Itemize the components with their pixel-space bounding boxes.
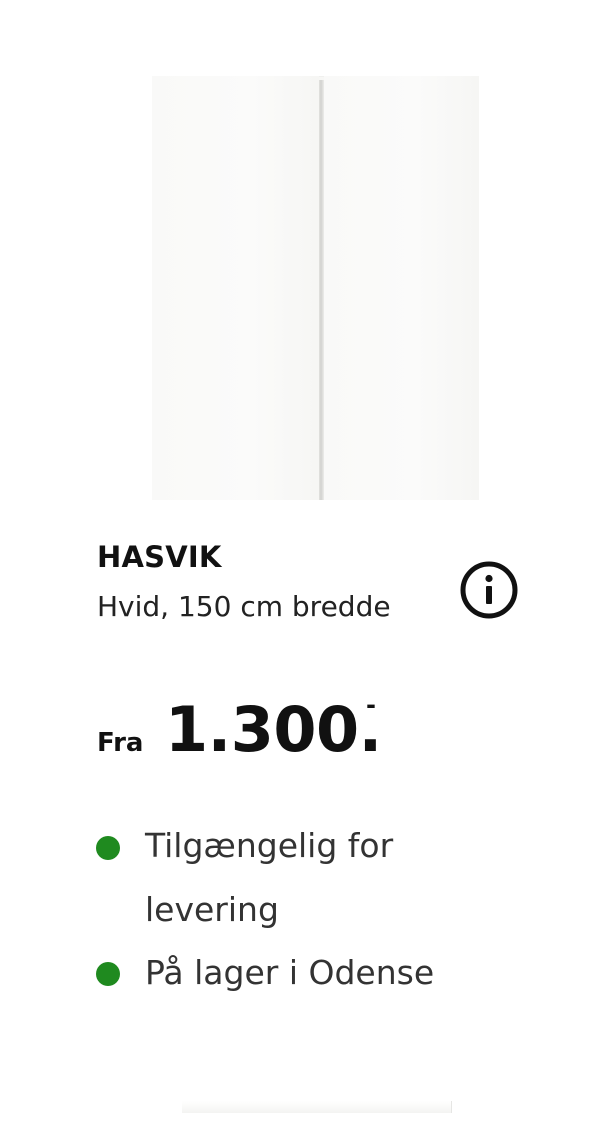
price-prefix: Fra bbox=[97, 728, 144, 758]
availability-delivery-text: Tilgængelig for levering bbox=[145, 826, 394, 929]
availability-delivery: Tilgængelig for levering bbox=[96, 814, 566, 942]
green-status-dot-icon bbox=[96, 836, 120, 860]
info-icon bbox=[460, 561, 518, 619]
product-name[interactable]: HASVIK bbox=[97, 538, 222, 576]
next-product-image-edge bbox=[182, 1101, 452, 1113]
product-image[interactable] bbox=[152, 76, 479, 500]
door-panel-right bbox=[324, 76, 479, 500]
price-amount: 1.300. bbox=[165, 693, 382, 766]
availability-store: På lager i Odense bbox=[96, 941, 566, 1005]
price-suffix: - bbox=[366, 691, 376, 719]
door-panel-left bbox=[152, 76, 319, 500]
product-description: Hvid, 150 cm bredde bbox=[97, 590, 391, 623]
availability-store-text: På lager i Odense bbox=[145, 953, 435, 992]
green-status-dot-icon bbox=[96, 962, 120, 986]
info-button[interactable] bbox=[460, 561, 518, 619]
